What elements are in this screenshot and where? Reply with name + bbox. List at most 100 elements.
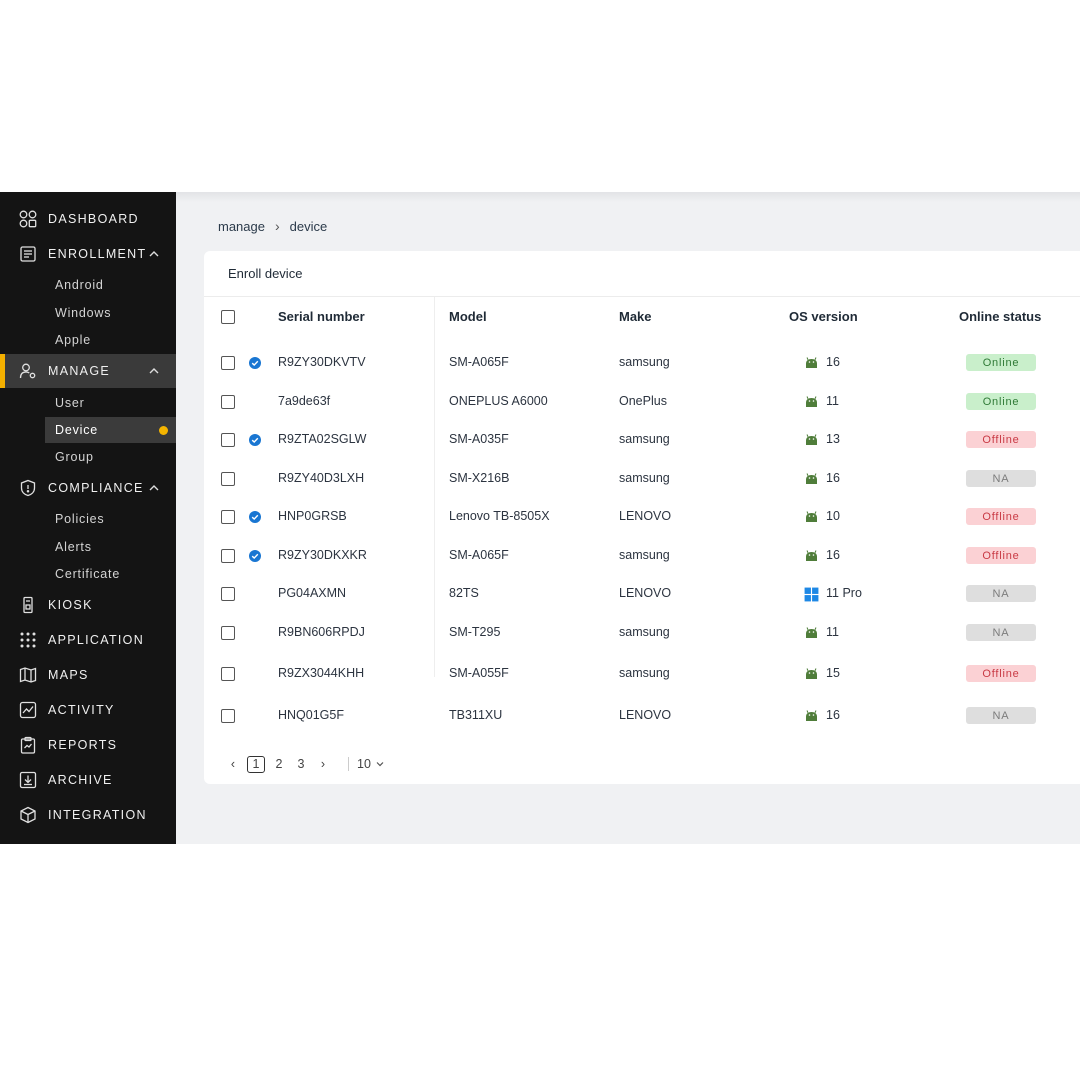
- os-version-cell: 16: [826, 548, 840, 562]
- sidebar-item-certificate[interactable]: Certificate: [45, 561, 176, 587]
- chevron-up-icon[interactable]: [147, 364, 161, 378]
- nav-enrollment[interactable]: ENROLLMENT: [0, 237, 176, 271]
- sidebar-item-alerts[interactable]: Alerts: [45, 534, 176, 560]
- model-cell: SM-A035F: [449, 432, 509, 446]
- sidebar-item-label: Group: [55, 450, 94, 464]
- table-row[interactable]: R9BN606RPDJ SM-T295 samsung 11 NA: [204, 618, 1080, 648]
- row-checkbox[interactable]: [221, 549, 235, 563]
- card-title: Enroll device: [228, 266, 303, 281]
- nav-manage[interactable]: MANAGE: [0, 354, 176, 388]
- sidebar-item-label: Device: [55, 423, 99, 437]
- android-icon: [804, 667, 819, 680]
- nav-compliance[interactable]: COMPLIANCE: [0, 471, 176, 505]
- kiosk-icon: [18, 595, 38, 615]
- column-header-model[interactable]: Model: [449, 309, 487, 324]
- nav-archive[interactable]: ARCHIVE: [0, 763, 176, 797]
- row-checkbox[interactable]: [221, 587, 235, 601]
- nav-dashboard[interactable]: DASHBOARD: [0, 202, 176, 236]
- page-3[interactable]: 3: [290, 755, 312, 773]
- os-version-cell: 16: [826, 355, 840, 369]
- nav-maps-label: MAPS: [48, 668, 89, 682]
- page-1[interactable]: 1: [247, 755, 265, 773]
- row-checkbox[interactable]: [221, 510, 235, 524]
- android-icon: [804, 549, 819, 562]
- table-row[interactable]: 7a9de63f ONEPLUS A6000 OnePlus 11 Online: [204, 387, 1080, 417]
- cube-icon: [18, 805, 38, 825]
- column-header-status[interactable]: Online status: [959, 309, 1041, 324]
- android-icon: [804, 433, 819, 446]
- table-row[interactable]: R9ZY30DKXKR SM-A065F samsung 16 Offline: [204, 541, 1080, 571]
- model-cell: 82TS: [449, 586, 479, 600]
- page-2[interactable]: 2: [268, 755, 290, 773]
- make-cell: LENOVO: [619, 509, 672, 523]
- nav-kiosk[interactable]: KIOSK: [0, 588, 176, 622]
- make-cell: OnePlus: [619, 394, 667, 408]
- status-badge: NA: [966, 585, 1036, 602]
- active-indicator-dot: [159, 425, 168, 435]
- breadcrumb-device: device: [289, 218, 328, 234]
- table-row[interactable]: R9ZY40D3LXH SM-X216B samsung 16 NA: [204, 464, 1080, 494]
- chevron-right-icon[interactable]: ›: [312, 755, 334, 773]
- chevron-left-icon[interactable]: ‹: [222, 755, 244, 773]
- table-row[interactable]: HNP0GRSB Lenovo TB-8505X LENOVO 10 Offline: [204, 502, 1080, 532]
- os-version-cell: 11: [826, 394, 839, 408]
- os-version-cell: 13: [826, 432, 840, 446]
- serial-number-cell: R9ZY30DKXKR: [278, 548, 367, 562]
- nav-reports[interactable]: REPORTS: [0, 728, 176, 762]
- sidebar-item-windows[interactable]: Windows: [45, 300, 176, 326]
- nav-activity-label: ACTIVITY: [48, 703, 115, 717]
- sidebar-item-group[interactable]: Group: [45, 444, 176, 470]
- archive-icon: [18, 770, 38, 790]
- chevron-up-icon[interactable]: [147, 481, 161, 495]
- clipboard-icon: [18, 735, 38, 755]
- select-all-checkbox[interactable]: [221, 310, 235, 324]
- page-size-value: 10: [357, 757, 371, 771]
- row-checkbox[interactable]: [221, 626, 235, 640]
- table-row[interactable]: R9ZY30DKVTV SM-A065F samsung 16 Online: [204, 348, 1080, 378]
- sidebar-item-android[interactable]: Android: [45, 272, 176, 298]
- serial-number-cell: R9ZX3044KHH: [278, 666, 365, 680]
- sidebar-item-policies[interactable]: Policies: [45, 506, 176, 532]
- column-header-make[interactable]: Make: [619, 309, 652, 324]
- make-cell: samsung: [619, 432, 670, 446]
- pagination: ‹ 1 2 3 › 10: [222, 755, 385, 773]
- sidebar-item-user[interactable]: User: [45, 390, 176, 416]
- sidebar-item-device[interactable]: Device: [45, 417, 176, 443]
- table-row[interactable]: PG04AXMN 82TS LENOVO 11 Pro NA: [204, 579, 1080, 609]
- make-cell: LENOVO: [619, 708, 672, 722]
- nav-compliance-label: COMPLIANCE: [48, 481, 144, 495]
- nav-enrollment-label: ENROLLMENT: [48, 247, 147, 261]
- nav-activity[interactable]: ACTIVITY: [0, 693, 176, 727]
- nav-integration-label: INTEGRATION: [48, 808, 147, 822]
- page-size-select[interactable]: 10: [348, 757, 385, 771]
- serial-number-cell: R9ZY40D3LXH: [278, 471, 365, 485]
- column-header-serial[interactable]: Serial number: [278, 309, 365, 324]
- nav-application-label: APPLICATION: [48, 633, 145, 647]
- sidebar-item-label: Windows: [55, 306, 112, 320]
- model-cell: SM-T295: [449, 625, 501, 639]
- nav-maps[interactable]: MAPS: [0, 658, 176, 692]
- table-row[interactable]: HNQ01G5F TB311XU LENOVO 16 NA: [204, 701, 1080, 731]
- column-header-os[interactable]: OS version: [789, 309, 858, 324]
- row-checkbox[interactable]: [221, 395, 235, 409]
- chevron-up-icon[interactable]: [147, 247, 161, 261]
- nav-archive-label: ARCHIVE: [48, 773, 113, 787]
- table-row[interactable]: R9ZTA02SGLW SM-A035F samsung 13 Offline: [204, 425, 1080, 455]
- main-content: manage › device Enroll device Serial num…: [176, 192, 1080, 844]
- sidebar-item-apple[interactable]: Apple: [45, 327, 176, 353]
- os-version-cell: 11: [826, 625, 839, 639]
- document-list-icon: [18, 244, 38, 264]
- nav-application[interactable]: APPLICATION: [0, 623, 176, 657]
- nav-kiosk-label: KIOSK: [48, 598, 93, 612]
- row-checkbox[interactable]: [221, 667, 235, 681]
- row-checkbox[interactable]: [221, 356, 235, 370]
- breadcrumb-manage[interactable]: manage: [218, 219, 265, 234]
- table-row[interactable]: R9ZX3044KHH SM-A055F samsung 15 Offline: [204, 659, 1080, 689]
- nav-integration[interactable]: INTEGRATION: [0, 798, 176, 832]
- top-shadow: [176, 192, 1080, 202]
- make-cell: samsung: [619, 471, 670, 485]
- row-checkbox[interactable]: [221, 472, 235, 486]
- row-checkbox[interactable]: [221, 709, 235, 723]
- row-checkbox[interactable]: [221, 433, 235, 447]
- verified-check-icon: [249, 550, 261, 562]
